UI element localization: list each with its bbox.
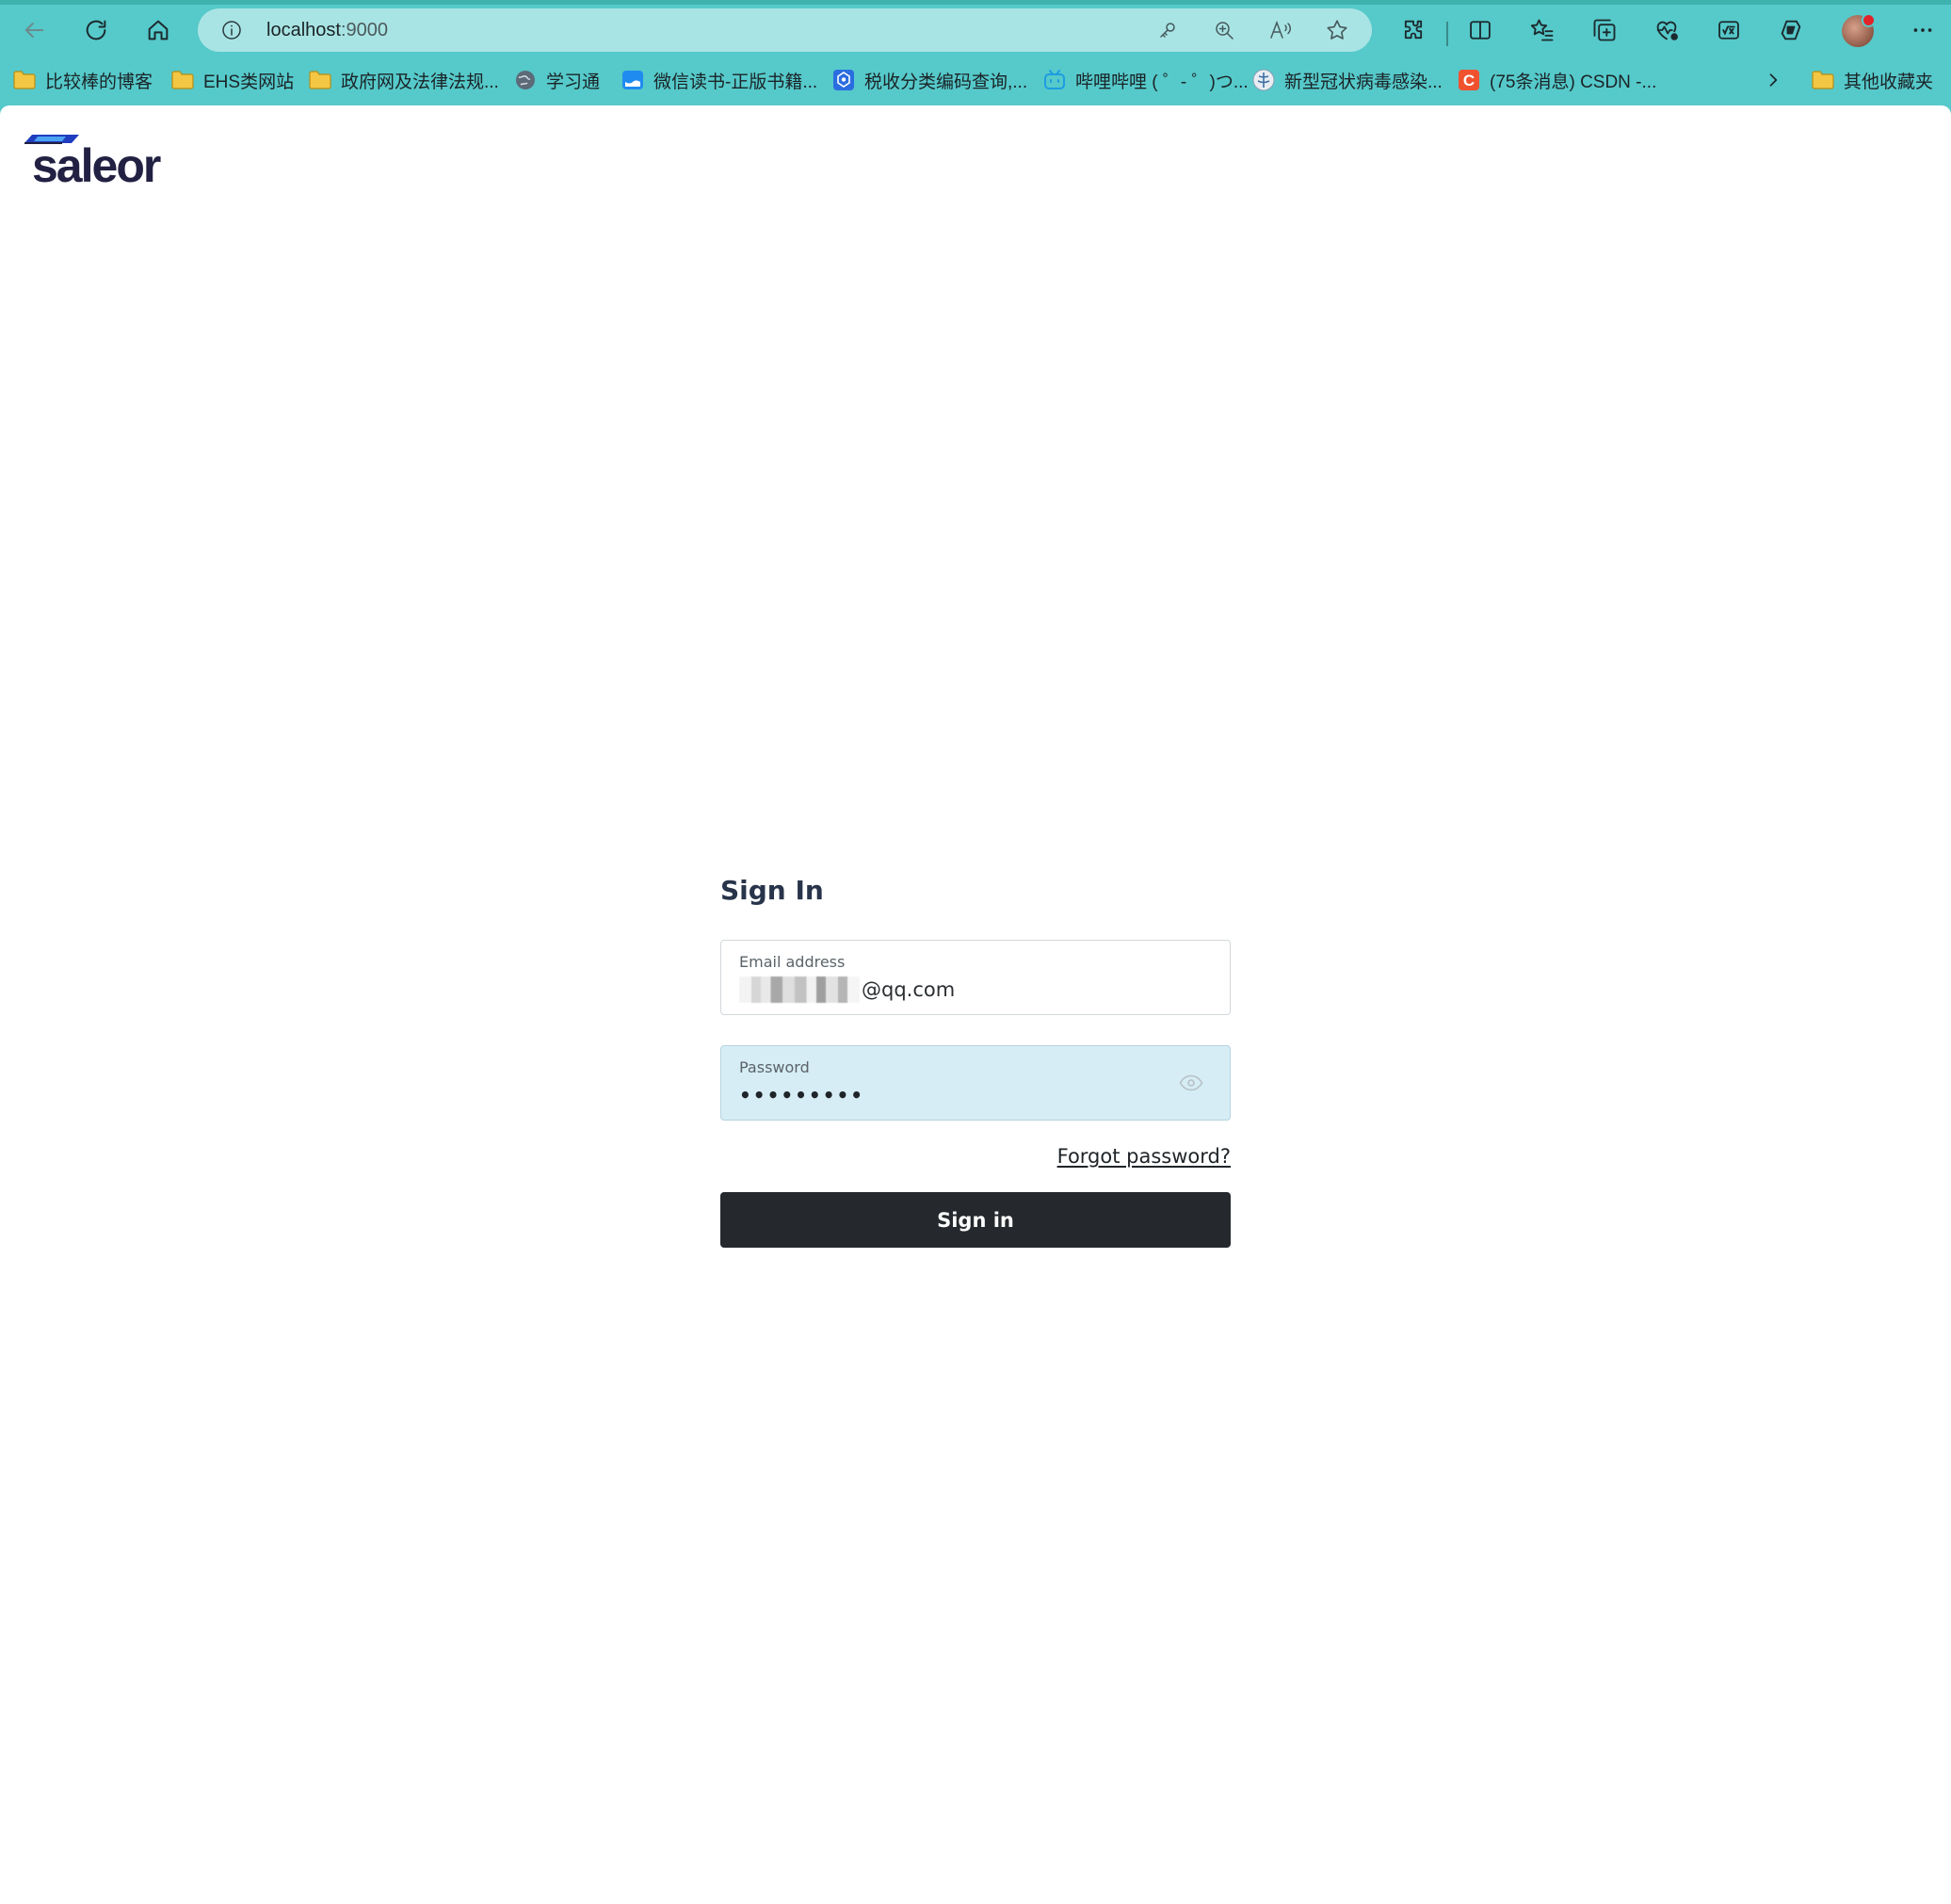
read-aloud-icon[interactable] [1267,17,1294,43]
folder-icon [309,69,331,91]
page-title: Sign In [720,875,824,906]
other-bookmarks[interactable]: 其他收藏夹 [1812,64,1933,96]
bookmark-item[interactable]: 学习通 [514,64,600,96]
url-port: :9000 [340,20,388,40]
who-icon [1252,69,1275,91]
page-content: saleor Sign In Email address @qq.com Pas… [0,105,1951,1904]
bookmark-item[interactable]: 比较棒的博客 [13,64,153,96]
bookmark-item[interactable]: 政府网及法律法规... [309,64,499,96]
forgot-password-link[interactable]: Forgot password? [1057,1143,1231,1170]
bookmark-label: 微信读书-正版书籍... [653,72,818,92]
bilibili-icon [1043,69,1066,91]
notification-dot [1862,13,1876,27]
eye-icon[interactable] [1179,1073,1203,1093]
sign-in-button[interactable]: Sign in [720,1192,1231,1248]
bookmark-item[interactable]: 新型冠状病毒感染... [1252,64,1443,96]
bookmark-label: 税收分类编码查询,... [864,72,1028,92]
redacted-text [739,976,860,1003]
bookmark-label: 哔哩哔哩 ( ゜- ゜)つ... [1075,72,1249,92]
saleor-logo[interactable]: saleor [23,132,164,192]
chevron-right-icon[interactable] [1759,66,1787,94]
folder-icon [13,69,36,91]
csdn-icon: C [1458,69,1480,91]
svg-text:C: C [1463,72,1475,89]
favorite-star-icon[interactable] [1324,17,1350,43]
tax-icon [832,69,855,91]
refresh-icon[interactable] [77,11,115,49]
email-field[interactable]: Email address @qq.com [720,940,1231,1015]
toolbar-divider [1446,22,1448,46]
favorites-icon[interactable] [1524,11,1561,49]
password-value: ••••••••• [739,1084,865,1106]
profile-avatar[interactable] [1842,13,1876,47]
key-icon[interactable] [1154,17,1181,43]
bookmarks-bar: 比较棒的博客 EHS类网站 政府网及法律法规... 学习通 微信读书-正版书籍.… [0,60,1951,100]
bookmark-item[interactable]: 哔哩哔哩 ( ゜- ゜)つ... [1043,64,1249,96]
weread-icon [621,69,644,91]
math-solver-icon[interactable] [1710,11,1748,49]
logo-text: saleor [32,139,161,192]
bookmark-label: 政府网及法律法规... [341,72,499,92]
globe-icon [514,69,537,91]
signin-form: Sign In Email address @qq.com Password •… [720,872,1231,1248]
browser-essentials-icon[interactable] [1648,11,1685,49]
password-label: Password [739,1058,810,1076]
password-input[interactable]: ••••••••• [739,1082,1182,1108]
collections-icon[interactable] [1586,11,1623,49]
url-text[interactable]: localhost:9000 [266,19,388,41]
bookmark-item[interactable]: C (75条消息) CSDN -... [1458,64,1656,96]
bookmark-label: EHS类网站 [203,72,295,92]
back-arrow-icon[interactable] [15,11,53,49]
email-value: @qq.com [862,978,956,1001]
bookmark-label: 新型冠状病毒感染... [1284,72,1443,92]
bookmark-label: (75条消息) CSDN -... [1490,72,1657,92]
zoom-icon[interactable] [1211,17,1237,43]
info-icon[interactable] [220,19,243,41]
extensions-icon[interactable] [1395,11,1432,49]
folder-icon [171,69,194,91]
address-bar[interactable]: localhost:9000 [198,8,1372,52]
copilot-icon[interactable] [1772,11,1810,49]
password-field[interactable]: Password ••••••••• [720,1045,1231,1121]
bookmark-item[interactable]: 微信读书-正版书籍... [621,64,817,96]
url-host: localhost [266,20,341,40]
split-screen-icon[interactable] [1461,11,1499,49]
bookmark-item[interactable]: 税收分类编码查询,... [832,64,1027,96]
bookmark-item[interactable]: EHS类网站 [171,64,294,96]
browser-toolbar: localhost:9000 [0,5,1951,57]
more-menu-icon[interactable] [1904,11,1942,49]
other-bookmarks-label: 其他收藏夹 [1844,72,1934,92]
home-icon[interactable] [139,11,177,49]
bookmark-label: 学习通 [546,72,601,92]
email-input[interactable]: @qq.com [739,976,1182,1003]
bookmark-label: 比较棒的博客 [45,72,153,92]
folder-icon [1812,69,1834,91]
email-label: Email address [739,953,846,971]
